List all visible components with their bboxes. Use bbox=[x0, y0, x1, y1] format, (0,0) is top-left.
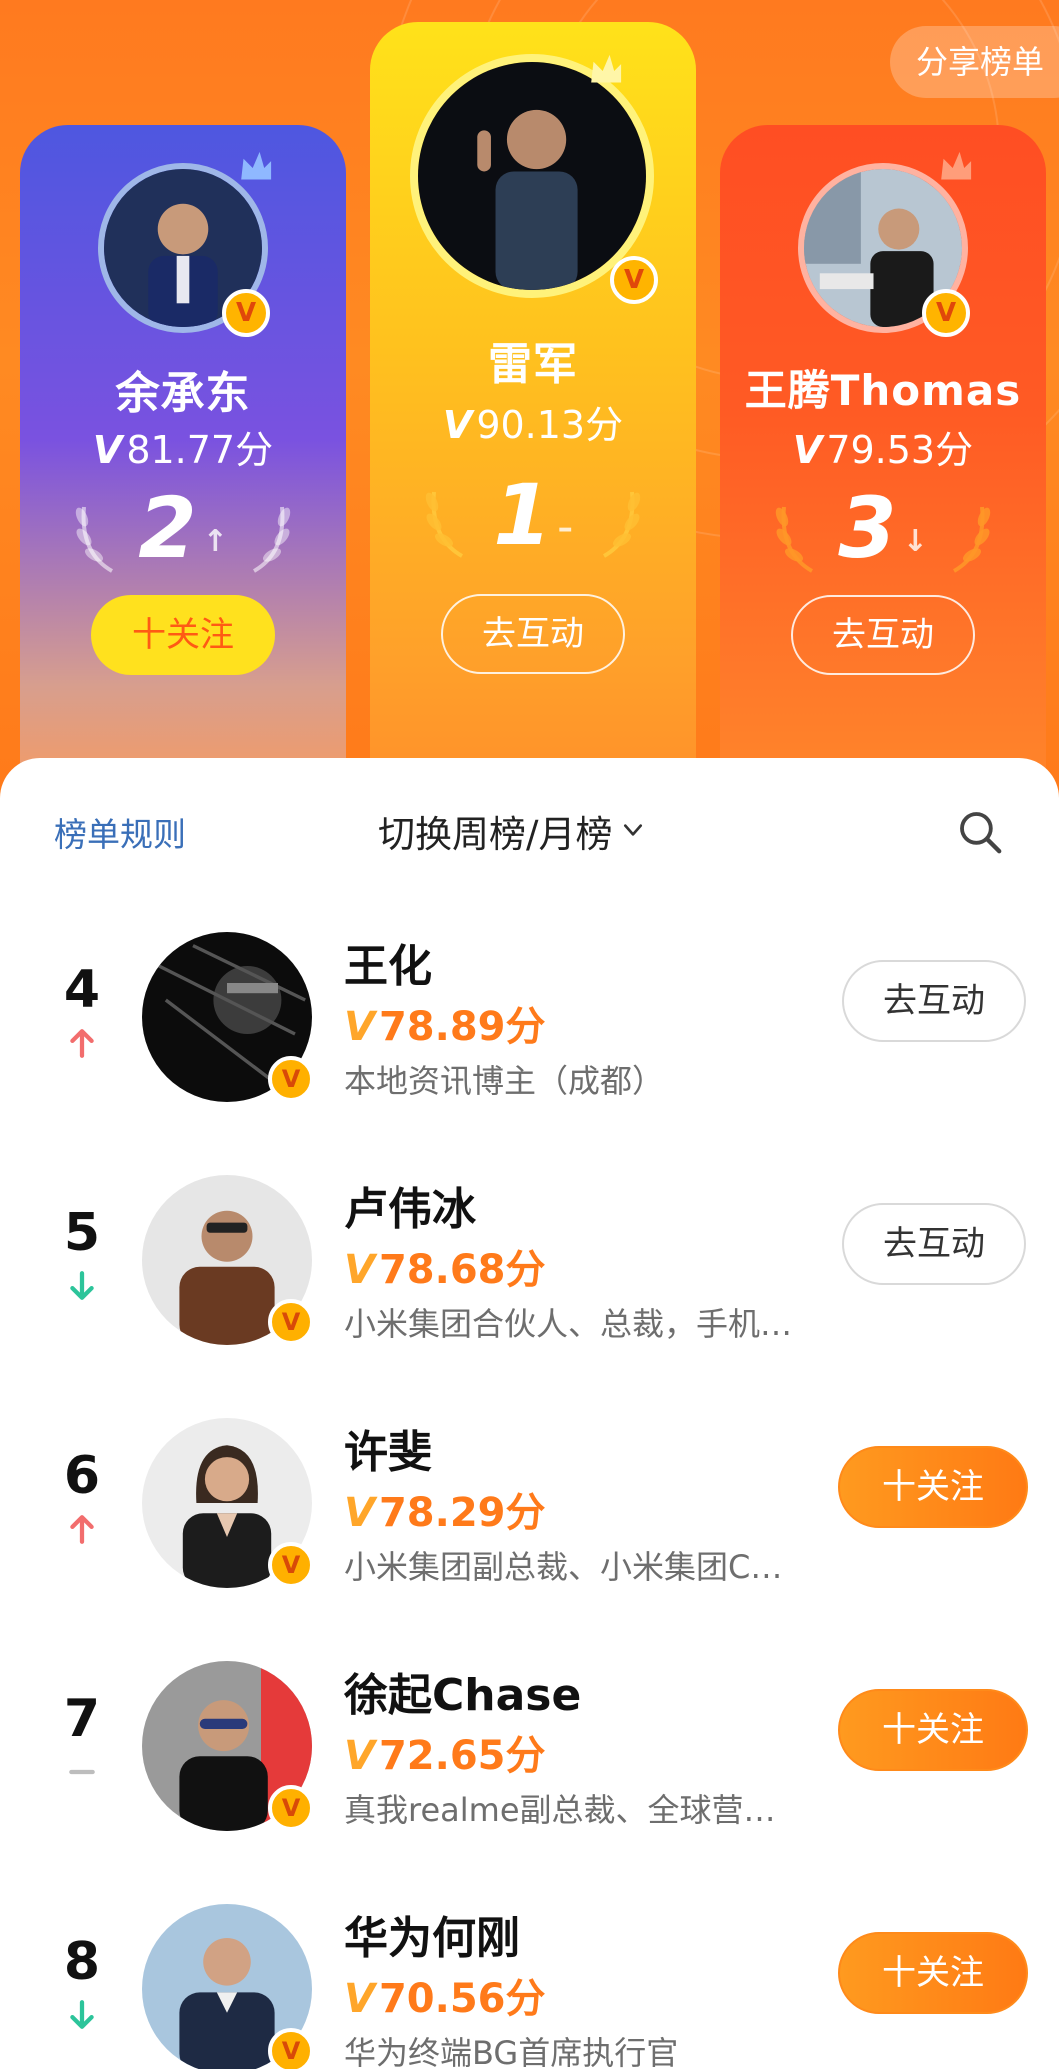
list-item[interactable]: 6 V 许斐 V 78.29分 小米集团副总裁、小米集团C… 十关注 bbox=[0, 1366, 1059, 1609]
interact-button[interactable]: 去互动 bbox=[842, 960, 1026, 1042]
podium-score: V 79.53分 bbox=[720, 419, 1046, 474]
user-score: V 72.65分 bbox=[344, 1723, 546, 1781]
podium-card-rank-1: V 雷军 V 90.13分 1– 去互动 bbox=[370, 22, 696, 800]
verified-v-icon: V bbox=[922, 289, 970, 337]
podium-score-value: 81.77分 bbox=[126, 428, 274, 472]
verified-v-icon: V bbox=[222, 289, 270, 337]
trend-up-icon: ↑ bbox=[202, 524, 228, 559]
verified-v-icon: V bbox=[344, 1976, 375, 2022]
podium-rank: 3 ↓ bbox=[720, 479, 1046, 577]
list-item[interactable]: 4 V 王化 V 78.89分 本地资讯博主（成都） 去互动 bbox=[0, 880, 1059, 1123]
podium-card-rank-3: V 王腾Thomas V 79.53分 3 ↓ 去互动 bbox=[720, 125, 1046, 800]
follow-button[interactable]: 十关注 bbox=[838, 1446, 1028, 1528]
verified-v-icon: V bbox=[344, 1733, 375, 1779]
user-name[interactable]: 卢伟冰 bbox=[344, 1173, 476, 1237]
verified-v-icon: V bbox=[344, 1490, 375, 1536]
user-description: 小米集团合伙人、总裁，手机… bbox=[344, 1305, 793, 1343]
user-score: V 78.89分 bbox=[344, 994, 546, 1052]
podium-score: V 81.77分 bbox=[20, 419, 346, 474]
follow-button[interactable]: 十关注 bbox=[838, 1689, 1028, 1771]
user-score: V 78.29分 bbox=[344, 1480, 546, 1538]
follow-button[interactable]: 十关注 bbox=[838, 1932, 1028, 2014]
crown-icon bbox=[241, 151, 272, 180]
trend-down-icon: ↓ bbox=[902, 524, 928, 559]
follow-button[interactable]: 十关注 bbox=[91, 595, 275, 675]
rank-number: 5 bbox=[63, 1203, 101, 1263]
podium-score-value: 79.53分 bbox=[826, 428, 974, 472]
interact-button[interactable]: 去互动 bbox=[842, 1203, 1026, 1285]
interact-button[interactable]: 去互动 bbox=[441, 594, 625, 674]
list-item[interactable]: 5 V 卢伟冰 V 78.68分 小米集团合伙人、总裁，手机… 去互动 bbox=[0, 1123, 1059, 1366]
user-name[interactable]: 王化 bbox=[344, 930, 432, 994]
period-switch-dropdown[interactable]: 切换周榜/月榜 bbox=[378, 804, 644, 858]
verified-v-icon: V bbox=[344, 1004, 375, 1050]
user-score-value: 72.65分 bbox=[378, 1733, 546, 1779]
podium-card-rank-2: V 余承东 V 81.77分 2 ↑ 十关注 bbox=[20, 125, 346, 800]
trend-flat-icon: – bbox=[557, 511, 573, 546]
user-score: V 78.68分 bbox=[344, 1237, 546, 1295]
rank-number: 7 bbox=[63, 1689, 101, 1749]
trend-up-icon bbox=[70, 1029, 94, 1058]
verified-v-icon: V bbox=[268, 1542, 314, 1588]
verified-v-icon: V bbox=[344, 1247, 375, 1293]
rank-number: 6 bbox=[63, 1446, 101, 1506]
trend-down-icon bbox=[70, 1271, 94, 1300]
rank-number: 4 bbox=[63, 960, 101, 1020]
podium-name: 雷军 bbox=[488, 339, 578, 390]
user-description: 华为终端BG首席执行官 bbox=[344, 2034, 679, 2069]
rules-link[interactable]: 榜单规则 bbox=[54, 808, 186, 856]
crown-icon bbox=[941, 151, 972, 180]
verified-v-icon: V bbox=[92, 428, 123, 472]
podium-rank-number: 2 bbox=[138, 479, 197, 577]
podium-name: 王腾Thomas bbox=[744, 366, 1022, 415]
podium-score: V 90.13分 bbox=[370, 394, 696, 449]
period-switch-label: 切换周榜/月榜 bbox=[378, 813, 613, 856]
verified-v-icon: V bbox=[268, 1056, 314, 1102]
podium-rank: 1– bbox=[370, 466, 696, 564]
user-score: V 70.56分 bbox=[344, 1966, 546, 2024]
ranking-list-panel: 榜单规则 切换周榜/月榜 4 V 王化 V 78.89分 本地资讯博主（成都） 去… bbox=[0, 758, 1059, 2069]
rank-number: 8 bbox=[63, 1932, 101, 1992]
user-score-value: 78.68分 bbox=[378, 1247, 546, 1293]
verified-v-icon: V bbox=[610, 256, 658, 304]
podium-score-value: 90.13分 bbox=[476, 403, 624, 447]
verified-v-icon: V bbox=[268, 1785, 314, 1831]
podium-name: 余承东 bbox=[115, 368, 251, 419]
podium-rank-number: 3 bbox=[838, 479, 897, 577]
crown-icon bbox=[591, 54, 622, 83]
list-item[interactable]: 8 V 华为何刚 V 70.56分 华为终端BG首席执行官 十关注 bbox=[0, 1852, 1059, 2069]
podium-rank-number: 1 bbox=[493, 466, 552, 564]
interact-button[interactable]: 去互动 bbox=[791, 595, 975, 675]
list-item[interactable]: 7 V 徐起Chase V 72.65分 真我realme副总裁、全球营… 十关注 bbox=[0, 1609, 1059, 1852]
verified-v-icon: V bbox=[442, 403, 473, 447]
user-score-value: 78.89分 bbox=[378, 1004, 546, 1050]
leaderboard-header: 分享榜单 V 余承东 V 81.77分 2 ↑ 十关注 V 雷军 V 90.13… bbox=[0, 0, 1059, 800]
avatar-photo bbox=[418, 62, 646, 290]
user-score-value: 70.56分 bbox=[378, 1976, 546, 2022]
user-score-value: 78.29分 bbox=[378, 1490, 546, 1536]
search-icon[interactable] bbox=[956, 808, 1004, 856]
user-description: 本地资讯博主（成都） bbox=[344, 1062, 665, 1100]
verified-v-icon: V bbox=[268, 2028, 314, 2069]
trend-down-icon bbox=[70, 2000, 94, 2029]
podium-rank: 2 ↑ bbox=[20, 479, 346, 577]
verified-v-icon: V bbox=[268, 1299, 314, 1345]
user-name[interactable]: 华为何刚 bbox=[344, 1902, 520, 1966]
user-description: 小米集团副总裁、小米集团C… bbox=[344, 1548, 783, 1586]
user-description: 真我realme副总裁、全球营… bbox=[344, 1791, 776, 1829]
verified-v-icon: V bbox=[792, 428, 823, 472]
user-name[interactable]: 徐起Chase bbox=[344, 1659, 581, 1723]
trend-up-icon bbox=[70, 1515, 94, 1544]
trend-flat-icon bbox=[69, 1769, 95, 1775]
chevron-down-icon bbox=[624, 824, 643, 836]
user-name[interactable]: 许斐 bbox=[344, 1416, 432, 1480]
share-leaderboard-button[interactable]: 分享榜单 bbox=[890, 26, 1059, 98]
